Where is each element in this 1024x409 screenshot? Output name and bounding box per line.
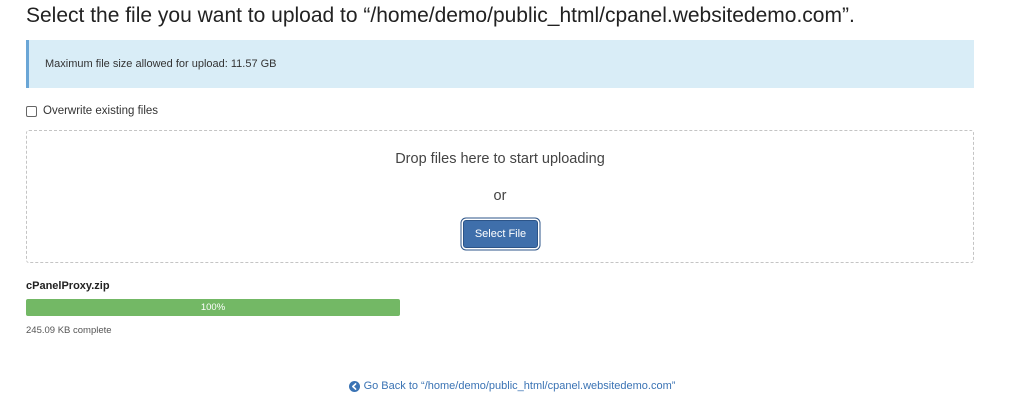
overwrite-checkbox[interactable]: [26, 105, 37, 117]
upload-progress-bar: 100%: [26, 299, 400, 316]
uploaded-file-name: cPanelProxy.zip: [26, 280, 110, 292]
go-back-label: Go Back to “/home/demo/public_html/cpane…: [363, 380, 676, 392]
page-title: Select the file you want to upload to “/…: [26, 4, 855, 27]
circle-arrow-left-icon: [348, 380, 360, 392]
go-back-link[interactable]: Go Back to “/home/demo/public_html/cpane…: [0, 380, 1024, 392]
max-file-size-callout: Maximum file size allowed for upload: 11…: [26, 40, 974, 88]
file-dropzone[interactable]: Drop files here to start uploading or Se…: [26, 130, 974, 263]
upload-progress-fill: 100%: [26, 299, 400, 316]
dropzone-or-text: or: [493, 188, 507, 204]
upload-page: Select the file you want to upload to “/…: [0, 0, 1024, 409]
select-file-button[interactable]: Select File: [463, 220, 538, 248]
upload-progress-label: 100%: [200, 302, 226, 313]
max-file-size-text: Maximum file size allowed for upload: 11…: [45, 58, 277, 70]
overwrite-existing-files-option[interactable]: Overwrite existing files: [26, 105, 158, 117]
upload-status-text: 245.09 KB complete: [26, 325, 112, 336]
dropzone-prompt: Drop files here to start uploading: [395, 151, 605, 167]
overwrite-label: Overwrite existing files: [43, 105, 159, 117]
